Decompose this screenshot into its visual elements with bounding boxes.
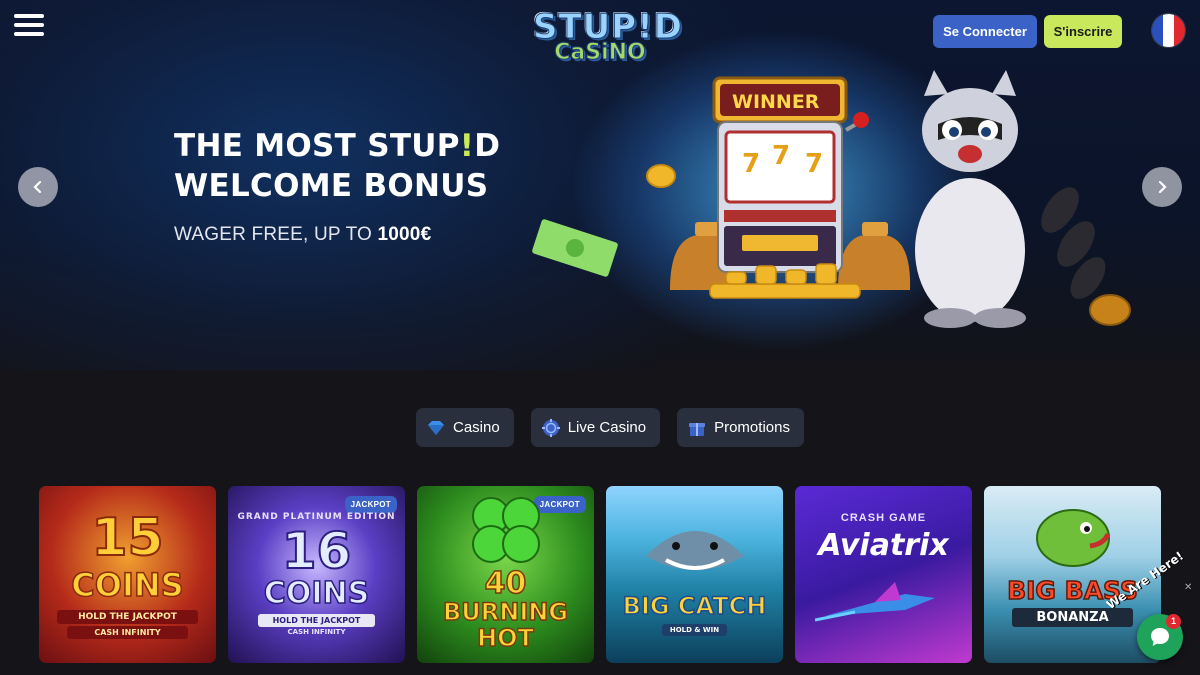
chat-close-icon[interactable]: ✕ xyxy=(1184,582,1192,593)
clover-icon xyxy=(472,497,540,563)
tab-casino[interactable]: Casino xyxy=(416,408,514,447)
game-title: 16 xyxy=(281,521,353,581)
hero-title-line2: WELCOME BONUS xyxy=(174,168,489,204)
gift-icon xyxy=(689,422,706,436)
language-flag-icon[interactable] xyxy=(1152,14,1185,47)
login-button[interactable]: Se Connecter xyxy=(933,15,1037,48)
coin-icon xyxy=(1089,294,1131,326)
tab-promotions[interactable]: Promotions xyxy=(677,408,804,447)
tab-label: Promotions xyxy=(714,419,790,436)
game-subtitle: BONANZA xyxy=(1012,608,1133,627)
game-card-big-catch[interactable]: BIG CATCH HOLD & WIN xyxy=(606,486,783,663)
logo-text-top: STUP!D xyxy=(533,7,683,47)
shark-icon xyxy=(646,531,744,570)
tab-label: Live Casino xyxy=(567,419,647,436)
raccoon-mascot-icon xyxy=(915,70,1106,328)
game-title: BURNING xyxy=(442,597,569,627)
site-logo[interactable]: STUP!D CaSiNO xyxy=(533,7,683,72)
game-title: BIG CATCH xyxy=(622,591,767,621)
game-subtitle: HOLD & WIN xyxy=(662,624,727,636)
hero-subtitle-text: WAGER FREE, UP TO xyxy=(174,224,378,245)
signup-button[interactable]: S'inscrire xyxy=(1044,15,1122,48)
svg-text:7: 7 xyxy=(805,149,823,179)
game-card-16-coins[interactable]: JACKPOT GRAND PLATINUM EDITION 16 COINS … xyxy=(228,486,405,663)
diamond-icon xyxy=(428,420,444,435)
svg-text:7: 7 xyxy=(772,141,790,171)
money-bag-icon xyxy=(838,222,911,290)
chat-bubble-icon xyxy=(1151,628,1169,646)
carousel-next-button[interactable] xyxy=(1142,167,1182,207)
hero-title-exclamation: ! xyxy=(459,128,475,164)
tab-live-casino[interactable]: Live Casino xyxy=(530,408,661,447)
game-edition: GRAND PLATINUM EDITION xyxy=(237,512,396,522)
game-card-15-coins[interactable]: 15 COINS HOLD THE JACKPOT CASH INFINITY xyxy=(39,486,216,663)
game-card-big-bass-bonanza[interactable]: BIG BASS BONANZA xyxy=(984,486,1161,663)
game-subtitle: CASH INFINITY xyxy=(67,626,188,639)
category-tabs: Casino Live Casino Promotions xyxy=(416,408,804,447)
game-title: 15 xyxy=(90,507,164,569)
top-header: STUP!D CaSiNO Se Connecter S'inscrire xyxy=(0,0,1200,64)
coin-icon xyxy=(646,164,676,188)
game-title: 40 xyxy=(484,565,527,602)
jackpot-badge: JACKPOT xyxy=(344,496,397,513)
game-title: COINS xyxy=(263,575,370,612)
game-title: COINS xyxy=(71,565,185,605)
hero-title: THE MOST STUP!D WELCOME BONUS xyxy=(174,126,500,206)
jet-icon xyxy=(815,582,935,622)
tab-label: Casino xyxy=(453,419,500,436)
svg-text:7: 7 xyxy=(742,149,760,179)
game-subtitle: HOLD THE JACKPOT xyxy=(57,610,198,624)
game-card-aviatrix[interactable]: CRASH GAME Aviatrix xyxy=(795,486,972,663)
chevron-left-icon xyxy=(33,180,42,194)
menu-icon[interactable] xyxy=(14,14,44,36)
page: THE MOST STUP!D WELCOME BONUS WAGER FREE… xyxy=(0,0,1200,675)
chip-icon xyxy=(541,418,560,437)
game-subtitle: CASH INFINITY xyxy=(287,628,346,636)
game-subtitle: HOLD THE JACKPOT xyxy=(258,614,375,627)
fish-icon xyxy=(1036,509,1111,567)
banknote-icon xyxy=(532,219,618,277)
game-title: Aviatrix xyxy=(818,528,949,563)
chevron-right-icon xyxy=(1158,180,1167,194)
game-title: HOT xyxy=(476,623,534,653)
chat-unread-badge: 1 xyxy=(1166,614,1181,629)
hero-title-part: D xyxy=(474,128,501,164)
games-row: 15 COINS HOLD THE JACKPOT CASH INFINITY … xyxy=(39,486,1161,663)
game-category: CRASH GAME xyxy=(840,512,927,524)
slot-machine-sign: WINNER xyxy=(732,91,820,113)
hero-subtitle: WAGER FREE, UP TO 1000€ xyxy=(174,224,431,246)
hero-illustration: 7 7 7 WINNER xyxy=(532,70,1131,328)
hero-title-part: THE MOST STUP xyxy=(174,128,460,164)
carousel-prev-button[interactable] xyxy=(18,167,58,207)
game-card-40-burning-hot[interactable]: JACKPOT 40 BURNING HOT xyxy=(417,486,594,663)
hero-bonus-amount: 1000€ xyxy=(377,224,432,245)
